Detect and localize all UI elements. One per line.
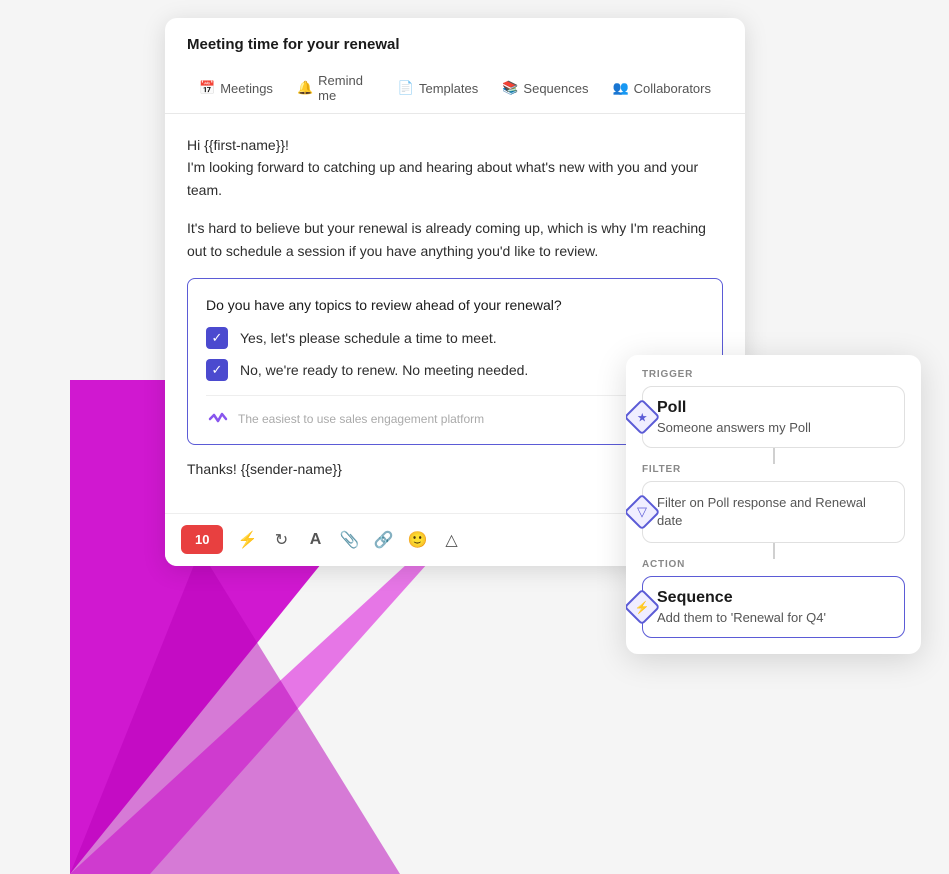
action-label: ACTION <box>642 559 905 570</box>
connector-1 <box>773 448 775 464</box>
emoji-icon[interactable]: 🙂 <box>401 524 433 556</box>
nav-remind-me[interactable]: 🔔 Remind me <box>285 65 386 113</box>
connector-2 <box>773 543 775 559</box>
link-icon[interactable]: 🔗 <box>367 524 399 556</box>
email-paragraph: It's hard to believe but your renewal is… <box>187 217 723 262</box>
trigger-title: Poll <box>657 399 890 417</box>
filter-label: FILTER <box>642 464 905 475</box>
action-block: ⚡ Sequence Add them to 'Renewal for Q4' <box>642 576 905 638</box>
lightning-icon[interactable]: ⚡ <box>231 524 263 556</box>
filter-block: ▽ Filter on Poll response and Renewal da… <box>642 481 905 543</box>
trigger-block: ★ Poll Someone answers my Poll <box>642 386 905 448</box>
trigger-label: TRIGGER <box>642 369 905 380</box>
filter-icon: ▽ <box>637 504 647 520</box>
trigger-desc: Someone answers my Poll <box>657 420 890 435</box>
star-icon: ★ <box>637 410 648 424</box>
nav-sequences[interactable]: 📚 Sequences <box>490 72 600 106</box>
shape-icon[interactable]: △ <box>435 524 467 556</box>
automation-card: TRIGGER ★ Poll Someone answers my Poll F… <box>626 355 921 654</box>
template-icon: 📄 <box>398 80 414 96</box>
nav-meetings[interactable]: 📅 Meetings <box>187 72 285 106</box>
action-diamond: ⚡ <box>626 589 660 626</box>
email-title: Meeting time for your renewal <box>187 36 723 53</box>
action-title: Sequence <box>657 589 890 607</box>
poll-logo <box>206 408 228 430</box>
action-icon: ⚡ <box>635 600 650 614</box>
attachment-icon[interactable]: 📎 <box>333 524 365 556</box>
email-nav: 📅 Meetings 🔔 Remind me 📄 Templates 📚 Seq… <box>187 65 723 113</box>
refresh-icon[interactable]: ↻ <box>265 524 297 556</box>
bell-icon: 🔔 <box>297 80 313 96</box>
email-greeting: Hi {{first-name}}! I'm looking forward t… <box>187 134 723 201</box>
poll-option-1[interactable]: ✓ Yes, let's please schedule a time to m… <box>206 327 704 349</box>
font-icon[interactable]: A <box>299 524 331 556</box>
trigger-diamond: ★ <box>626 399 660 436</box>
filter-title: Filter on Poll response and Renewal date <box>657 494 890 530</box>
poll-checkbox-1[interactable]: ✓ <box>206 327 228 349</box>
poll-checkbox-2[interactable]: ✓ <box>206 359 228 381</box>
email-header: Meeting time for your renewal 📅 Meetings… <box>165 18 745 114</box>
poll-question: Do you have any topics to review ahead o… <box>206 297 704 313</box>
nav-collaborators[interactable]: 👥 Collaborators <box>600 72 723 106</box>
calendar-icon: 📅 <box>199 80 215 96</box>
layers-icon: 📚 <box>502 80 518 96</box>
action-desc: Add them to 'Renewal for Q4' <box>657 610 890 625</box>
nav-templates[interactable]: 📄 Templates <box>386 72 490 106</box>
poll-footer-text: The easiest to use sales engagement plat… <box>238 412 484 426</box>
send-button[interactable]: 10 <box>181 525 223 554</box>
filter-diamond: ▽ <box>626 494 660 531</box>
people-icon: 👥 <box>612 80 628 96</box>
